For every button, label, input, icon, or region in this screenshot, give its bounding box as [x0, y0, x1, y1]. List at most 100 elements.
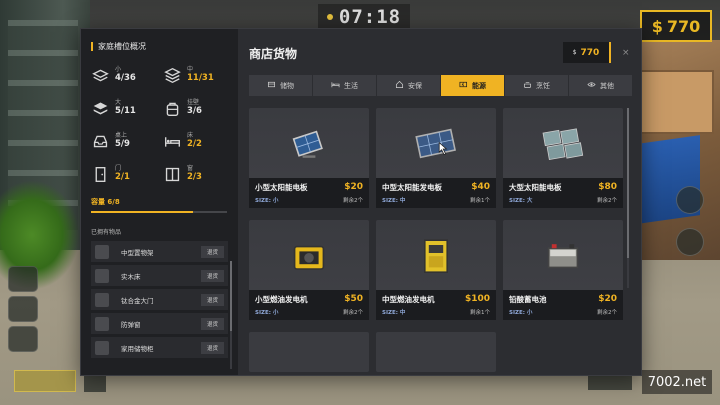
category-tab[interactable]: 安保	[377, 75, 441, 96]
shop-item-size: SIZE: 中	[382, 310, 406, 316]
cooking-icon	[523, 80, 532, 91]
category-tab[interactable]: 生活	[313, 75, 377, 96]
shop-item-size: SIZE: 小	[509, 310, 533, 316]
owned-items-title: 已拥有物品	[91, 229, 122, 236]
shop-item-info: 中型燃油发电机 $100 SIZE: 中 剩余1个	[376, 290, 496, 320]
hud-money-symbol: $	[651, 16, 663, 36]
solar-panel-large-icon	[503, 116, 623, 174]
capacity-bar-fill	[91, 211, 193, 213]
slot-text: 挂壁 3/6	[187, 100, 202, 116]
slot-summary-item: 床 2/2	[163, 130, 233, 152]
shop-item-info: 小型太阳能电板 $20 SIZE: 小 剩余2个	[249, 178, 369, 208]
slot-summary-item: 桌上 5/9	[91, 130, 161, 152]
shop-item-info: 铅酸蓄电池 $20 SIZE: 小 剩余2个	[503, 290, 623, 320]
generator-medium-icon	[376, 228, 496, 286]
quick-round-button[interactable]	[676, 186, 704, 214]
return-button[interactable]: 退货	[201, 317, 224, 330]
slot-text: 门 2/1	[115, 166, 130, 182]
shop-item-stock: 剩余2个	[597, 310, 617, 316]
shop-item-price: $80	[598, 182, 617, 192]
owned-item-thumbnail	[95, 316, 109, 331]
return-button[interactable]: 退货	[201, 293, 224, 306]
shop-item-card[interactable]: 中型太阳能发电板 $40 SIZE: 中 剩余1个	[376, 108, 496, 208]
solar-panel-medium-icon	[376, 116, 496, 174]
watermark: 7002.net	[642, 370, 712, 394]
return-button[interactable]: 退货	[201, 245, 224, 258]
shop-grid-scroll-thumb[interactable]	[627, 108, 629, 258]
category-tab[interactable]: 储物	[249, 75, 313, 96]
owned-item-name: 防弹窗	[121, 320, 141, 329]
slot-count: 2/2	[187, 138, 202, 149]
slot-text: 窗 2/3	[187, 166, 202, 182]
slot-text: 大 5/11	[115, 100, 136, 116]
shop-item-price: $20	[598, 294, 617, 304]
slot-count: 11/31	[187, 72, 214, 83]
quick-slot[interactable]	[8, 326, 38, 352]
battery-icon	[503, 228, 623, 286]
owned-items-list: 中型置物架 退货 实木床 退货 钛合金大门 退货 防弹窗 退货 家用储物柜 退货	[91, 241, 228, 358]
shop-grid-scrollbar[interactable]	[627, 108, 629, 288]
shop-item-info: 中型太阳能发电板 $40 SIZE: 中 剩余1个	[376, 178, 496, 208]
shop-item-card[interactable]: 中型燃油发电机 $100 SIZE: 中 剩余1个	[376, 220, 496, 320]
shop-item-card[interactable]: 小型太阳能电板 $20 SIZE: 小 剩余2个	[249, 108, 369, 208]
slot-count: 2/3	[187, 171, 202, 182]
owned-item-thumbnail	[95, 244, 109, 259]
owned-item-row: 实木床 退货	[91, 265, 228, 286]
stack-medium-icon	[163, 66, 181, 84]
bottom-action-button[interactable]	[14, 370, 76, 392]
left-quick-bar	[8, 262, 48, 362]
hud-money: $ 770	[640, 10, 712, 42]
storage-icon	[267, 80, 276, 91]
hud-money-value: 770	[666, 16, 701, 36]
category-tab-label: 其他	[600, 81, 614, 90]
owned-item-name: 家用储物柜	[121, 344, 154, 353]
category-tabs: 储物 生活 安保 能源 烹饪 其他	[249, 75, 633, 96]
slot-count: 3/6	[187, 105, 202, 116]
shop-item-price: $100	[464, 294, 490, 304]
slot-summary-item: 中 11/31	[163, 64, 233, 86]
slot-text: 小 4/36	[115, 67, 136, 83]
owned-list-scrollbar[interactable]	[230, 261, 232, 369]
shop-item-stock: 剩余1个	[470, 198, 490, 204]
slot-count: 4/36	[115, 72, 136, 83]
shop-item-card-partial[interactable]	[249, 332, 369, 372]
shop-item-card[interactable]: 大型太阳能电板 $80 SIZE: 大 剩余2个	[503, 108, 623, 208]
quick-slot[interactable]	[8, 266, 38, 292]
category-tab-label: 烹饪	[536, 81, 550, 90]
shop-item-card[interactable]: 铅酸蓄电池 $20 SIZE: 小 剩余2个	[503, 220, 623, 320]
category-tab[interactable]: 能源	[441, 75, 505, 96]
eye-icon	[587, 80, 596, 91]
quick-round-button[interactable]	[676, 228, 704, 256]
slot-summary-item: 挂壁 3/6	[163, 97, 233, 119]
home-slots-title: 家庭槽位概况	[91, 41, 228, 52]
close-button[interactable]: ×	[622, 48, 630, 58]
timer-dot-icon	[326, 14, 333, 20]
slot-summary-item: 小 4/36	[91, 64, 161, 86]
return-button[interactable]: 退货	[201, 341, 224, 354]
backpack-icon	[163, 99, 181, 117]
battery-icon	[459, 80, 468, 91]
home-slots-title-text: 家庭槽位概况	[98, 42, 146, 51]
owned-list-scroll-thumb[interactable]	[230, 261, 232, 331]
owned-item-row: 家用储物柜 退货	[91, 337, 228, 358]
quick-slot[interactable]	[8, 296, 38, 322]
right-quick-bar	[676, 186, 706, 270]
shop-item-card[interactable]: 小型燃油发电机 $50 SIZE: 小 剩余2个	[249, 220, 369, 320]
stack-large-icon	[91, 99, 109, 117]
tray-icon	[91, 132, 109, 150]
owned-item-row: 防弹窗 退货	[91, 313, 228, 334]
shop-item-stock: 剩余2个	[343, 198, 363, 204]
category-tab[interactable]: 其他	[569, 75, 633, 96]
owned-item-name: 钛合金大门	[121, 296, 154, 305]
category-tab-label: 能源	[472, 81, 486, 90]
bottom-right-button[interactable]	[588, 374, 632, 390]
shop-item-info: 大型太阳能电板 $80 SIZE: 大 剩余2个	[503, 178, 623, 208]
shop-item-price: $50	[344, 294, 363, 304]
shop-panel: 商店货物 $ 770 × 储物 生活 安保 能源 烹饪 其他 小型太阳能电板 $…	[238, 29, 641, 375]
shop-item-card-partial[interactable]	[376, 332, 496, 372]
category-tab[interactable]: 烹饪	[505, 75, 569, 96]
shop-modal: 家庭槽位概况 小 4/36 中 11/31 大 5/11 挂壁 3/6 桌上 5…	[80, 28, 642, 376]
slot-count: 5/11	[115, 105, 136, 116]
return-button[interactable]: 退货	[201, 269, 224, 282]
house-icon	[395, 80, 404, 91]
